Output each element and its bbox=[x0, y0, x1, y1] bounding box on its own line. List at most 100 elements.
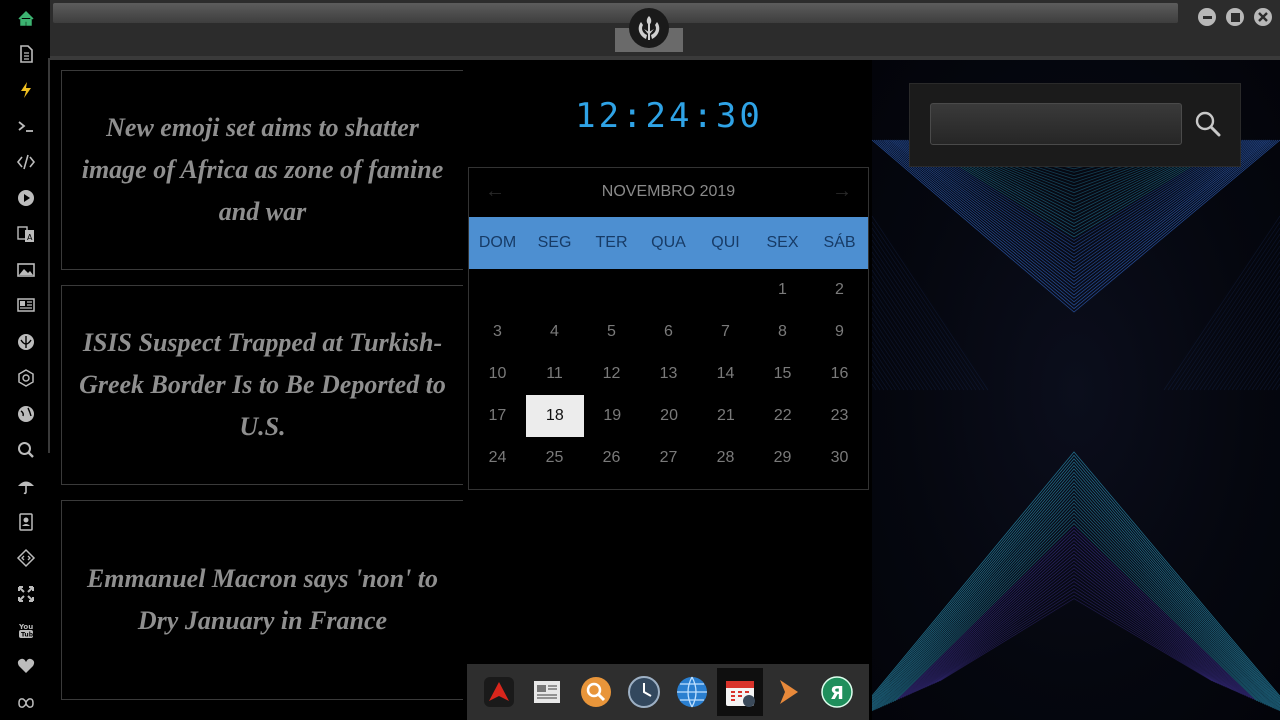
news-headline: New emoji set aims to shatter image of A… bbox=[81, 113, 444, 226]
dock-yandex-launcher[interactable]: Я bbox=[814, 668, 860, 716]
calendar-day[interactable]: 7 bbox=[697, 311, 754, 353]
calendar-day[interactable]: 27 bbox=[640, 437, 697, 479]
dock-app-red-launcher[interactable] bbox=[476, 668, 522, 716]
calendar-day[interactable]: 30 bbox=[811, 437, 868, 479]
diamond-code-icon[interactable] bbox=[14, 546, 38, 570]
dock-newspaper-launcher[interactable] bbox=[524, 668, 570, 716]
calendar-day[interactable]: 6 bbox=[640, 311, 697, 353]
lightning-icon[interactable] bbox=[14, 78, 38, 102]
dock-arrow-launcher[interactable] bbox=[766, 668, 812, 716]
minimize-button[interactable] bbox=[1198, 8, 1216, 26]
calendar-day-today[interactable]: 18 bbox=[525, 395, 584, 437]
globe-icon[interactable] bbox=[14, 402, 38, 426]
close-button[interactable] bbox=[1254, 8, 1272, 26]
calendar-day[interactable]: 9 bbox=[811, 311, 868, 353]
calendar-day-number: 12 bbox=[602, 365, 621, 382]
calendar-day[interactable]: 17 bbox=[469, 395, 526, 437]
calendar-day-number: 10 bbox=[488, 365, 507, 382]
youtube-icon[interactable]: You Tube bbox=[14, 618, 38, 642]
calendar-day[interactable]: 13 bbox=[640, 353, 697, 395]
calendar-day[interactable]: 11 bbox=[526, 353, 583, 395]
calendar-day[interactable]: 24 bbox=[469, 437, 526, 479]
calendar-day-number: 3 bbox=[493, 323, 502, 340]
rebel-alliance-icon[interactable] bbox=[14, 330, 38, 354]
calendar-day[interactable]: 2 bbox=[811, 269, 868, 311]
calendar-day[interactable]: 26 bbox=[583, 437, 640, 479]
calendar-day bbox=[469, 269, 526, 311]
news-icon[interactable] bbox=[14, 293, 38, 317]
wallpaper-panel bbox=[872, 60, 1280, 720]
calendar-day[interactable]: 12 bbox=[583, 353, 640, 395]
calendar-day-number: 19 bbox=[603, 407, 622, 424]
calendar-day-number: 20 bbox=[660, 407, 678, 424]
sidebar-scrollbar[interactable] bbox=[48, 58, 50, 453]
calendar-day[interactable]: 5 bbox=[583, 311, 640, 353]
maximize-button[interactable] bbox=[1226, 8, 1244, 26]
news-headline: Emmanuel Macron says 'non' to Dry Januar… bbox=[86, 564, 439, 635]
search-input[interactable] bbox=[930, 103, 1182, 145]
play-icon[interactable] bbox=[14, 186, 38, 210]
calendar-day[interactable]: 28 bbox=[697, 437, 754, 479]
dock-newspaper-icon bbox=[534, 681, 561, 703]
news-item[interactable]: ISIS Suspect Trapped at Turkish-Greek Bo… bbox=[61, 285, 463, 485]
fullscreen-icon[interactable] bbox=[14, 582, 38, 606]
arrow-right-icon[interactable]: → bbox=[832, 180, 852, 203]
heart-icon[interactable] bbox=[14, 654, 38, 678]
calendar-day bbox=[697, 269, 754, 311]
news-item[interactable]: New emoji set aims to shatter image of A… bbox=[61, 70, 463, 270]
calendar-day-number: 24 bbox=[488, 449, 507, 466]
calendar-month-title: NOVEMBRO 2019 bbox=[601, 183, 736, 200]
empire-icon[interactable] bbox=[14, 366, 38, 390]
search-widget bbox=[909, 83, 1241, 167]
calendar-day[interactable]: 23 bbox=[811, 395, 868, 437]
calendar-day-number: 28 bbox=[716, 449, 735, 466]
code-icon[interactable] bbox=[14, 150, 38, 174]
calendar-day[interactable]: 25 bbox=[526, 437, 583, 479]
calendar-day[interactable]: 21 bbox=[697, 395, 754, 437]
calendar-day-number: 27 bbox=[659, 449, 678, 466]
calendar-day[interactable]: 15 bbox=[754, 353, 811, 395]
weekday-label: TER bbox=[595, 234, 628, 251]
calendar-day-number: 14 bbox=[716, 365, 735, 382]
minimize-icon bbox=[1202, 15, 1212, 19]
middle-column: 12:24:30 ← NOVEMBRO 2019 → DOM SEG TER QUA Q… bbox=[466, 60, 872, 720]
svg-text:Я: Я bbox=[830, 683, 844, 704]
news-item[interactable]: Emmanuel Macron says 'non' to Dry Januar… bbox=[61, 500, 463, 700]
translate-icon[interactable]: A bbox=[14, 222, 38, 246]
infinity-cloud-icon[interactable] bbox=[14, 690, 38, 714]
contacts-icon[interactable] bbox=[14, 510, 38, 534]
calendar-day[interactable]: 22 bbox=[754, 395, 811, 437]
home-icon[interactable] bbox=[14, 6, 38, 30]
search-icon[interactable] bbox=[14, 438, 38, 462]
calendar-day-number: 1 bbox=[778, 281, 787, 298]
calendar-day[interactable]: 4 bbox=[526, 311, 583, 353]
calendar-day[interactable]: 8 bbox=[754, 311, 811, 353]
close-icon bbox=[1258, 12, 1268, 22]
terminal-icon[interactable] bbox=[14, 114, 38, 138]
digital-clock: 12:24:30 bbox=[575, 96, 763, 136]
calendar-day[interactable]: 29 bbox=[754, 437, 811, 479]
address-bar[interactable] bbox=[53, 3, 1178, 23]
calendar-day[interactable]: 1 bbox=[754, 269, 811, 311]
calendar-day[interactable]: 20 bbox=[641, 395, 698, 437]
calendar-day[interactable]: 16 bbox=[811, 353, 868, 395]
calendar-day[interactable]: 3 bbox=[469, 311, 526, 353]
document-icon[interactable] bbox=[14, 42, 38, 66]
maximize-icon bbox=[1230, 12, 1240, 22]
calendar-day-number: 13 bbox=[659, 365, 678, 382]
calendar-week-row: 17 18 19 20 21 22 23 bbox=[469, 395, 868, 437]
calendar-day[interactable]: 14 bbox=[697, 353, 754, 395]
dock-clock-launcher[interactable] bbox=[621, 668, 667, 716]
dock-globe-launcher[interactable] bbox=[669, 668, 715, 716]
dock-calendar-launcher[interactable] bbox=[717, 668, 764, 716]
dock-search-launcher[interactable] bbox=[573, 668, 619, 716]
umbrella-icon[interactable] bbox=[14, 474, 38, 498]
search-button[interactable] bbox=[1190, 106, 1226, 142]
calendar-day[interactable]: 19 bbox=[584, 395, 641, 437]
calendar-day[interactable]: 10 bbox=[469, 353, 526, 395]
calendar-header: ← NOVEMBRO 2019 → bbox=[469, 168, 868, 216]
rebel-alliance-logo-icon[interactable] bbox=[629, 8, 669, 48]
image-icon[interactable] bbox=[14, 258, 38, 282]
calendar-day-number: 17 bbox=[488, 407, 507, 424]
calendar-day-number: 5 bbox=[607, 323, 616, 340]
